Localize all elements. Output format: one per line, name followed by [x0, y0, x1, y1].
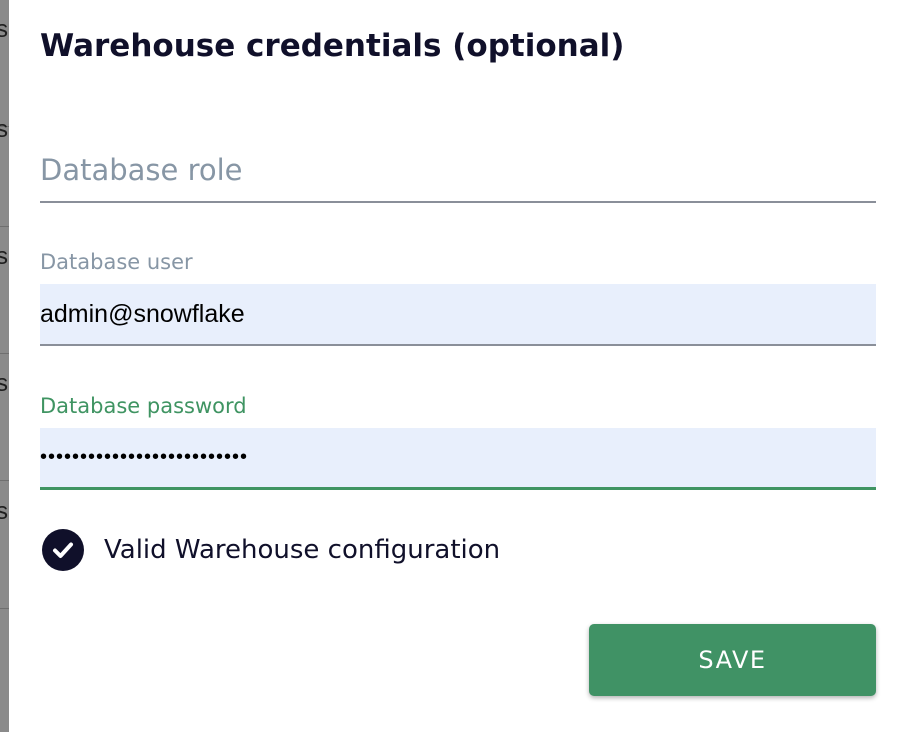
background-table-row: s: [0, 482, 9, 609]
background-row-text: s: [0, 243, 8, 270]
background-table-row: s: [0, 354, 9, 481]
dialog-title: Warehouse credentials (optional): [40, 28, 625, 64]
database-role-field: [40, 140, 876, 203]
background-overlay: s s s s s: [0, 0, 9, 732]
background-row-text: s: [0, 16, 8, 43]
background-row-text: s: [0, 498, 8, 525]
warehouse-credentials-dialog: Warehouse credentials (optional) Databas…: [9, 0, 918, 732]
background-row-text: s: [0, 116, 8, 143]
database-role-underline: [40, 201, 876, 203]
background-table-row: s: [0, 100, 9, 227]
database-password-label: Database password: [40, 394, 247, 418]
save-button[interactable]: SAVE: [589, 624, 876, 696]
validation-status-text: Valid Warehouse configuration: [104, 535, 501, 565]
validation-status: Valid Warehouse configuration: [42, 528, 500, 572]
check-circle-icon: [42, 529, 84, 571]
database-password-input[interactable]: [40, 428, 876, 490]
background-row-text: s: [0, 370, 8, 397]
background-table-row: s: [0, 227, 9, 354]
database-user-input[interactable]: [40, 284, 876, 346]
database-role-input[interactable]: [40, 140, 876, 200]
database-user-label: Database user: [40, 250, 193, 274]
